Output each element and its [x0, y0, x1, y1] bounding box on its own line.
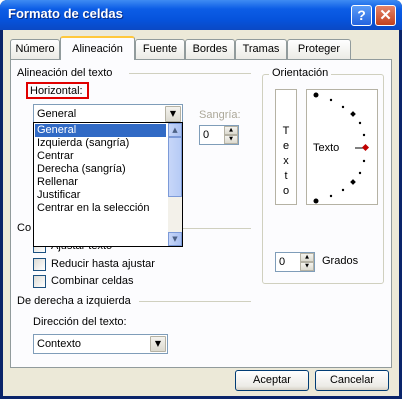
indent-label: Sangría:: [199, 109, 241, 121]
dropdown-scrollbar[interactable]: ▲ ▼: [168, 123, 182, 246]
dropdown-option-justificar[interactable]: Justificar: [35, 189, 166, 202]
close-button[interactable]: ✕: [375, 5, 396, 26]
window-title: Formato de celdas: [8, 6, 123, 21]
spin-up-icon[interactable]: ▲: [224, 126, 238, 135]
tab-tramas[interactable]: Tramas: [235, 39, 287, 59]
text-control-heading: Co: [17, 222, 32, 234]
dropdown-option-general[interactable]: General: [34, 123, 167, 138]
degrees-spinner-buttons[interactable]: ▲ ▼: [300, 253, 314, 271]
spin-up-icon[interactable]: ▲: [300, 253, 314, 262]
tab-fuente[interactable]: Fuente: [135, 39, 185, 59]
dropdown-option-rellenar[interactable]: Rellenar: [35, 176, 166, 189]
title-bar[interactable]: Formato de celdas ? ✕: [0, 0, 402, 30]
tab-strip: Número Alineación Fuente Bordes Tramas P…: [3, 30, 399, 60]
horizontal-dropdown-list[interactable]: General Izquierda (sangría) Centrar Dere…: [33, 122, 183, 247]
tab-bordes[interactable]: Bordes: [185, 39, 235, 59]
text-direction-select[interactable]: Contexto ▼: [33, 334, 168, 354]
spin-down-icon[interactable]: ▼: [224, 135, 238, 144]
merge-cells-checkbox[interactable]: [33, 275, 46, 288]
ok-button[interactable]: Aceptar: [235, 370, 309, 391]
dial-text: Texto: [313, 142, 340, 154]
spin-down-icon[interactable]: ▼: [300, 262, 314, 271]
scroll-thumb[interactable]: [168, 137, 182, 197]
indent-spinner-buttons[interactable]: ▲ ▼: [224, 126, 238, 144]
dialog-client: Número Alineación Fuente Bordes Tramas P…: [3, 30, 399, 396]
vertical-text: T e x t o: [282, 125, 290, 197]
indent-spinner[interactable]: 0 ▲ ▼: [199, 125, 239, 145]
chevron-down-icon[interactable]: ▼: [165, 106, 181, 122]
dropdown-option-derecha[interactable]: Derecha (sangría): [35, 163, 166, 176]
degrees-value: 0: [279, 256, 286, 268]
degrees-label: Grados: [322, 255, 359, 267]
dropdown-option-centrar[interactable]: Centrar: [35, 150, 166, 163]
text-direction-value: Contexto: [37, 338, 82, 350]
tab-numero[interactable]: Número: [10, 39, 60, 59]
rtl-heading: De derecha a izquierda: [17, 295, 131, 307]
tab-proteger[interactable]: Proteger: [287, 39, 351, 59]
shrink-to-fit-label: Reducir hasta ajustar: [51, 258, 155, 270]
text-alignment-heading: Alineación del texto: [17, 67, 113, 79]
shrink-to-fit-checkbox[interactable]: [33, 258, 46, 271]
section-divider: [129, 73, 251, 74]
indent-value: 0: [203, 129, 210, 141]
cancel-button[interactable]: Cancelar: [315, 370, 389, 391]
section-divider: [139, 301, 251, 302]
horizontal-select[interactable]: General ▼: [33, 104, 183, 124]
tab-alineacion[interactable]: Alineación: [60, 36, 135, 60]
scroll-up-icon[interactable]: ▲: [168, 123, 182, 137]
help-button[interactable]: ?: [351, 5, 372, 26]
merge-cells-label: Combinar celdas: [51, 275, 134, 287]
vertical-text-box[interactable]: T e x t o: [275, 89, 297, 205]
horizontal-select-value: General: [37, 108, 77, 120]
orientation-heading: Orientación: [269, 67, 332, 79]
dialog-window: Formato de celdas ? ✕ Número Alineación …: [0, 0, 402, 399]
orientation-dial[interactable]: Texto: [306, 89, 378, 205]
horizontal-label: Horizontal:: [30, 85, 83, 97]
text-direction-label: Dirección del texto:: [33, 316, 127, 328]
scroll-down-icon[interactable]: ▼: [168, 232, 182, 246]
dropdown-option-centrar-seleccion[interactable]: Centrar en la selección: [35, 202, 166, 215]
chevron-down-icon[interactable]: ▼: [150, 336, 166, 352]
dropdown-option-izquierda[interactable]: Izquierda (sangría): [35, 137, 166, 150]
degrees-spinner[interactable]: 0 ▲ ▼: [275, 252, 315, 272]
